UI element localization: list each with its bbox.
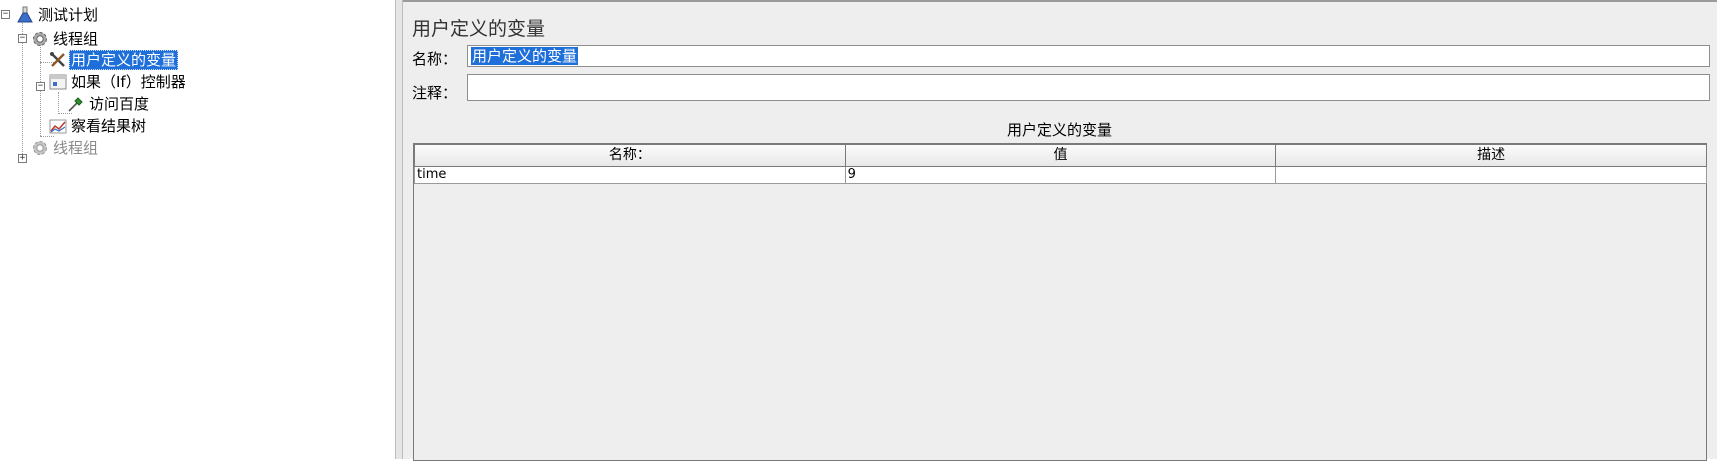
table-header: 名称： 值 描述 [414,144,1708,167]
variables-table[interactable]: 名称： 值 描述 time 9 [413,143,1708,461]
chart-icon [49,117,67,135]
column-header-description[interactable]: 描述 [1275,144,1708,167]
cell-name[interactable]: time [414,167,846,184]
comment-field[interactable] [467,74,1710,101]
collapse-toggle[interactable]: − [36,82,45,91]
tree-item-label: 测试计划 [38,6,99,24]
tree-item-label: 如果（If）控制器 [71,73,186,91]
collapse-toggle[interactable]: − [18,34,27,43]
table-row[interactable]: time 9 [414,167,1708,184]
tree-connector [58,92,59,114]
tree-item-label: 线程组 [53,139,99,157]
column-header-name[interactable]: 名称： [414,144,846,167]
tree-item-view-results-tree[interactable]: 察看结果树 [49,115,148,137]
comment-label: 注释： [412,84,458,102]
split-pane-divider[interactable] [395,0,403,459]
name-field-value: 用户定义的变量 [471,47,579,65]
gear-icon [31,30,49,48]
test-plan-tree[interactable]: − − − + 测试计划 线程组 用户定义的变量 如果（If）控制器 访问百度 … [0,0,396,459]
tree-item-test-plan[interactable]: 测试计划 [16,4,100,26]
panel-title: 用户定义的变量 [412,18,546,40]
pipette-icon [67,95,85,113]
cell-value[interactable]: 9 [844,167,1277,184]
tree-item-thread-group-disabled[interactable]: 线程组 [31,137,100,159]
column-header-value[interactable]: 值 [844,144,1277,167]
controller-icon [49,73,67,91]
gear-icon [31,139,49,157]
expand-toggle[interactable]: + [18,154,27,163]
collapse-toggle[interactable]: − [1,10,10,19]
name-label: 名称： [412,50,458,68]
table-caption: 用户定义的变量 [1006,121,1112,139]
user-defined-variables-panel: 用户定义的变量 名称： 用户定义的变量 注释： 用户定义的变量 名称： 值 描述… [403,0,1717,461]
tree-item-if-controller[interactable]: 如果（If）控制器 [49,71,188,93]
tree-item-thread-group[interactable]: 线程组 [31,28,100,50]
tree-item-visit-baidu[interactable]: 访问百度 [67,93,151,115]
tree-item-label: 访问百度 [89,95,150,113]
beaker-icon [16,6,34,24]
tree-item-user-defined-variables[interactable]: 用户定义的变量 [49,49,179,71]
name-field[interactable]: 用户定义的变量 [467,45,1710,67]
tree-item-label: 用户定义的变量 [69,50,179,70]
cell-description[interactable] [1275,167,1708,184]
wrench-screwdriver-icon [49,51,67,69]
tree-item-label: 察看结果树 [71,117,147,135]
tree-item-label: 线程组 [53,30,99,48]
